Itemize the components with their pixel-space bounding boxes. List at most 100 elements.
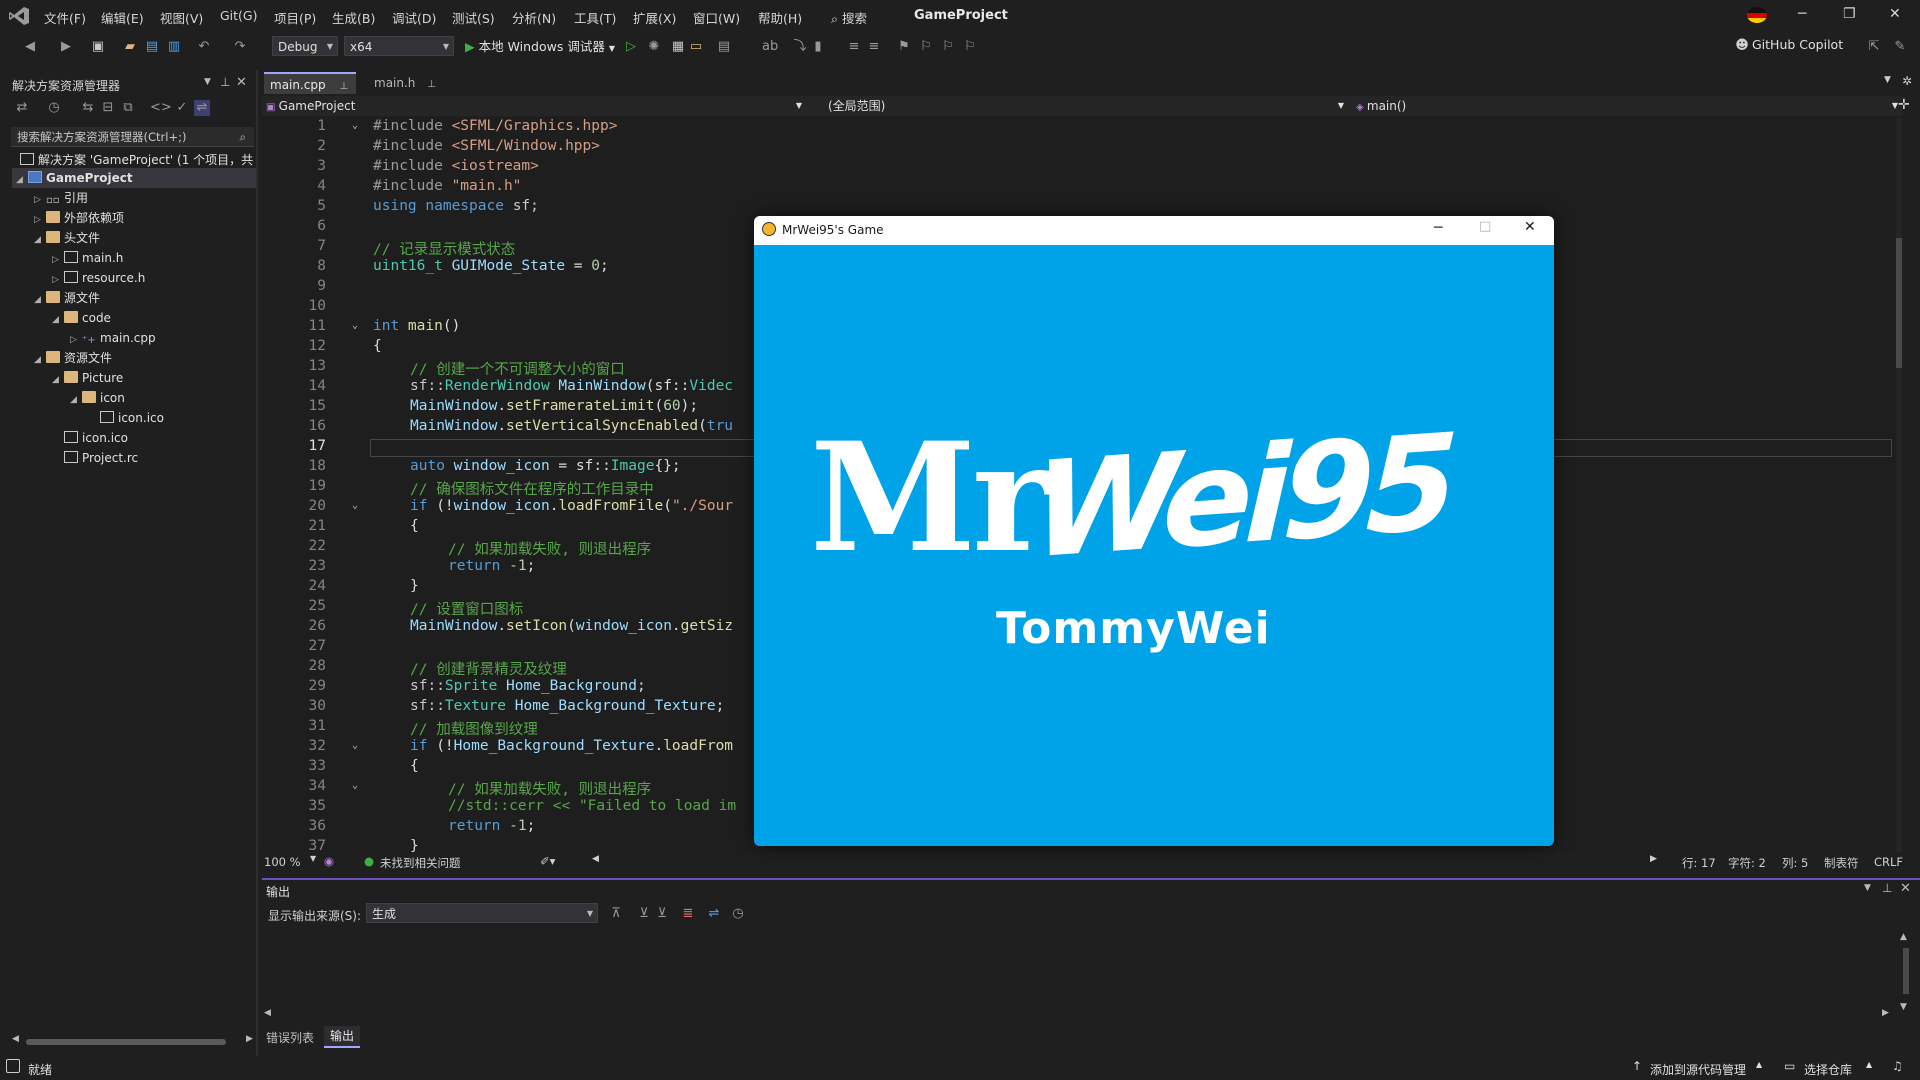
preview-icon[interactable]: ⇌: [194, 100, 210, 116]
close-icon[interactable]: ✕: [236, 75, 247, 90]
hot-reload-icon[interactable]: ✺: [646, 39, 662, 55]
zoom-dropdown[interactable]: 100 %: [264, 855, 301, 869]
tab-main-cpp[interactable]: main.cpp ⊥ ✕: [264, 72, 356, 116]
fold-chevron-icon[interactable]: ⌄: [352, 740, 358, 751]
collapse-all-icon[interactable]: ⊟: [100, 100, 116, 116]
menu-window[interactable]: 窗口(W): [693, 8, 740, 27]
pin-icon[interactable]: ⊥: [339, 81, 348, 92]
toolbox-icon[interactable]: ▦: [670, 39, 686, 55]
run-without-debug-icon[interactable]: ▷: [623, 39, 639, 55]
next-message-icon[interactable]: ⊻: [654, 906, 670, 922]
menu-project[interactable]: 项目(P): [274, 8, 316, 27]
game-minimize-button[interactable]: ─: [1434, 220, 1442, 236]
find-message-icon[interactable]: ⊼: [608, 906, 624, 922]
feedback-icon[interactable]: ✎: [1892, 39, 1908, 55]
notification-icon[interactable]: [6, 1059, 20, 1073]
word-wrap-icon[interactable]: ⇌: [706, 906, 722, 922]
forward-icon[interactable]: ▶: [58, 39, 74, 55]
outdent-icon[interactable]: ≡: [846, 39, 862, 55]
scroll-right-icon[interactable]: ▶: [246, 1034, 253, 1044]
menu-edit[interactable]: 编辑(E): [101, 8, 144, 27]
menu-file[interactable]: 文件(F): [44, 8, 86, 27]
solution-search-input[interactable]: 搜索解决方案资源管理器(Ctrl+;) ⌕: [11, 127, 254, 147]
bookmark-prev-icon[interactable]: ⚐: [918, 39, 934, 55]
platform-dropdown[interactable]: x64 ▼: [344, 36, 454, 56]
tree-file-main-cpp[interactable]: ▷ ⁺+ main.cpp: [70, 328, 156, 348]
pin-icon[interactable]: ⊥: [427, 79, 436, 90]
scroll-right-icon[interactable]: ▶: [1650, 854, 1657, 864]
solution-folder-icon[interactable]: ▭: [688, 39, 704, 55]
scroll-down-icon[interactable]: ▼: [1900, 1002, 1907, 1012]
fold-chevron-icon[interactable]: ⌄: [352, 500, 358, 511]
notifications-bell-icon[interactable]: ♫: [1892, 1059, 1903, 1073]
chevron-down-icon[interactable]: ▼: [1864, 883, 1871, 893]
redo-icon[interactable]: ↷: [232, 39, 248, 55]
tree-file-icon-ico-nested[interactable]: icon.ico: [100, 408, 164, 428]
member-nav-dropdown[interactable]: ◈ main() ▼: [1356, 97, 1900, 115]
layout-icon[interactable]: ▤: [716, 39, 732, 55]
char-indicator[interactable]: 字符: 2: [1728, 855, 1766, 871]
menu-tools[interactable]: 工具(T): [574, 8, 616, 27]
tree-file-resource-h[interactable]: ▷ resource.h: [52, 268, 145, 288]
tree-project[interactable]: ◢ GameProject: [16, 168, 133, 188]
tree-references[interactable]: ▷ ▫▫ 引用: [34, 188, 88, 208]
scroll-left-icon[interactable]: ◀: [592, 854, 599, 864]
scroll-thumb[interactable]: [1896, 238, 1902, 368]
scroll-right-icon[interactable]: ▶: [1882, 1008, 1889, 1018]
tree-solution[interactable]: 解决方案 'GameProject' (1 个项目，共: [20, 150, 253, 170]
game-maximize-button[interactable]: □: [1479, 219, 1491, 234]
prev-message-icon[interactable]: ⊻: [636, 906, 652, 922]
project-nav-dropdown[interactable]: ▣ GameProject ▼: [266, 97, 804, 115]
save-icon[interactable]: ▤: [144, 39, 160, 55]
spellcheck-icon[interactable]: ab: [762, 39, 778, 55]
horizontal-scrollbar[interactable]: ◀ ▶: [12, 1034, 258, 1048]
panel-splitter[interactable]: [256, 70, 258, 1056]
bookmark-next-icon[interactable]: ⚐: [940, 39, 956, 55]
back-icon[interactable]: ◀: [22, 39, 38, 55]
bookmark-icon[interactable]: ⚑: [896, 39, 912, 55]
step-icon[interactable]: ⤵: [792, 39, 808, 55]
output-vertical-scrollbar[interactable]: ▲ ▼: [1900, 932, 1914, 1018]
start-debugging-button[interactable]: ▶ 本地 Windows 调试器 ▼: [465, 36, 615, 55]
scroll-thumb[interactable]: [1903, 948, 1909, 994]
scroll-left-icon[interactable]: ◀: [264, 1008, 271, 1018]
tree-external-deps[interactable]: ▷ 外部依赖项: [34, 208, 124, 228]
tabs-indicator[interactable]: 制表符: [1824, 855, 1859, 871]
open-folder-icon[interactable]: ▰: [122, 39, 138, 55]
line-indicator[interactable]: 行: 17: [1682, 855, 1716, 871]
new-project-icon[interactable]: ▣: [90, 39, 106, 55]
properties-icon[interactable]: ✓: [174, 100, 190, 116]
pin-icon[interactable]: ⊥: [1882, 881, 1892, 895]
tree-folder-icon[interactable]: ◢ icon: [70, 388, 125, 408]
fold-chevron-icon[interactable]: ⌄: [352, 120, 358, 131]
menu-view[interactable]: 视图(V): [160, 8, 203, 27]
clear-all-icon[interactable]: ≣: [680, 906, 696, 922]
game-canvas[interactable]: Mr Wei95 TommyWei: [754, 245, 1554, 846]
indent-icon[interactable]: ≡: [866, 39, 882, 55]
code-cleanup-icon[interactable]: ✐▾: [540, 854, 555, 868]
configuration-dropdown[interactable]: Debug ▼: [272, 36, 338, 56]
tree-file-project-rc[interactable]: Project.rc: [64, 448, 138, 468]
menu-help[interactable]: 帮助(H): [758, 8, 802, 27]
menu-extensions[interactable]: 扩展(X): [633, 8, 676, 27]
diagnostics-icon[interactable]: ▮: [810, 39, 826, 55]
menu-git[interactable]: Git(G): [220, 8, 258, 23]
game-window[interactable]: MrWei95's Game ─ □ ✕ Mr Wei95 TommyWei: [754, 216, 1554, 846]
tree-source-files[interactable]: ◢ 源文件: [34, 288, 100, 308]
tree-file-icon-ico[interactable]: icon.ico: [64, 428, 128, 448]
menu-test[interactable]: 测试(S): [452, 8, 495, 27]
tree-resource-files[interactable]: ◢ 资源文件: [34, 348, 112, 368]
bookmark-clear-icon[interactable]: ⚐: [962, 39, 978, 55]
tab-error-list[interactable]: 错误列表: [266, 1029, 314, 1046]
copilot-icon[interactable]: ☻: [1734, 38, 1750, 54]
timestamp-icon[interactable]: ◷: [730, 906, 746, 922]
menu-build[interactable]: 生成(B): [332, 8, 375, 27]
tree-file-main-h[interactable]: ▷ main.h: [52, 248, 123, 268]
minimize-button[interactable]: ─: [1798, 6, 1806, 22]
menu-debug[interactable]: 调试(D): [392, 8, 436, 27]
share-icon[interactable]: ⇱: [1866, 39, 1882, 55]
close-button[interactable]: ✕: [1889, 6, 1901, 22]
tree-header-files[interactable]: ◢ 头文件: [34, 228, 100, 248]
switch-views-icon[interactable]: ⇆: [80, 100, 96, 116]
fold-chevron-icon[interactable]: ⌄: [352, 780, 358, 791]
